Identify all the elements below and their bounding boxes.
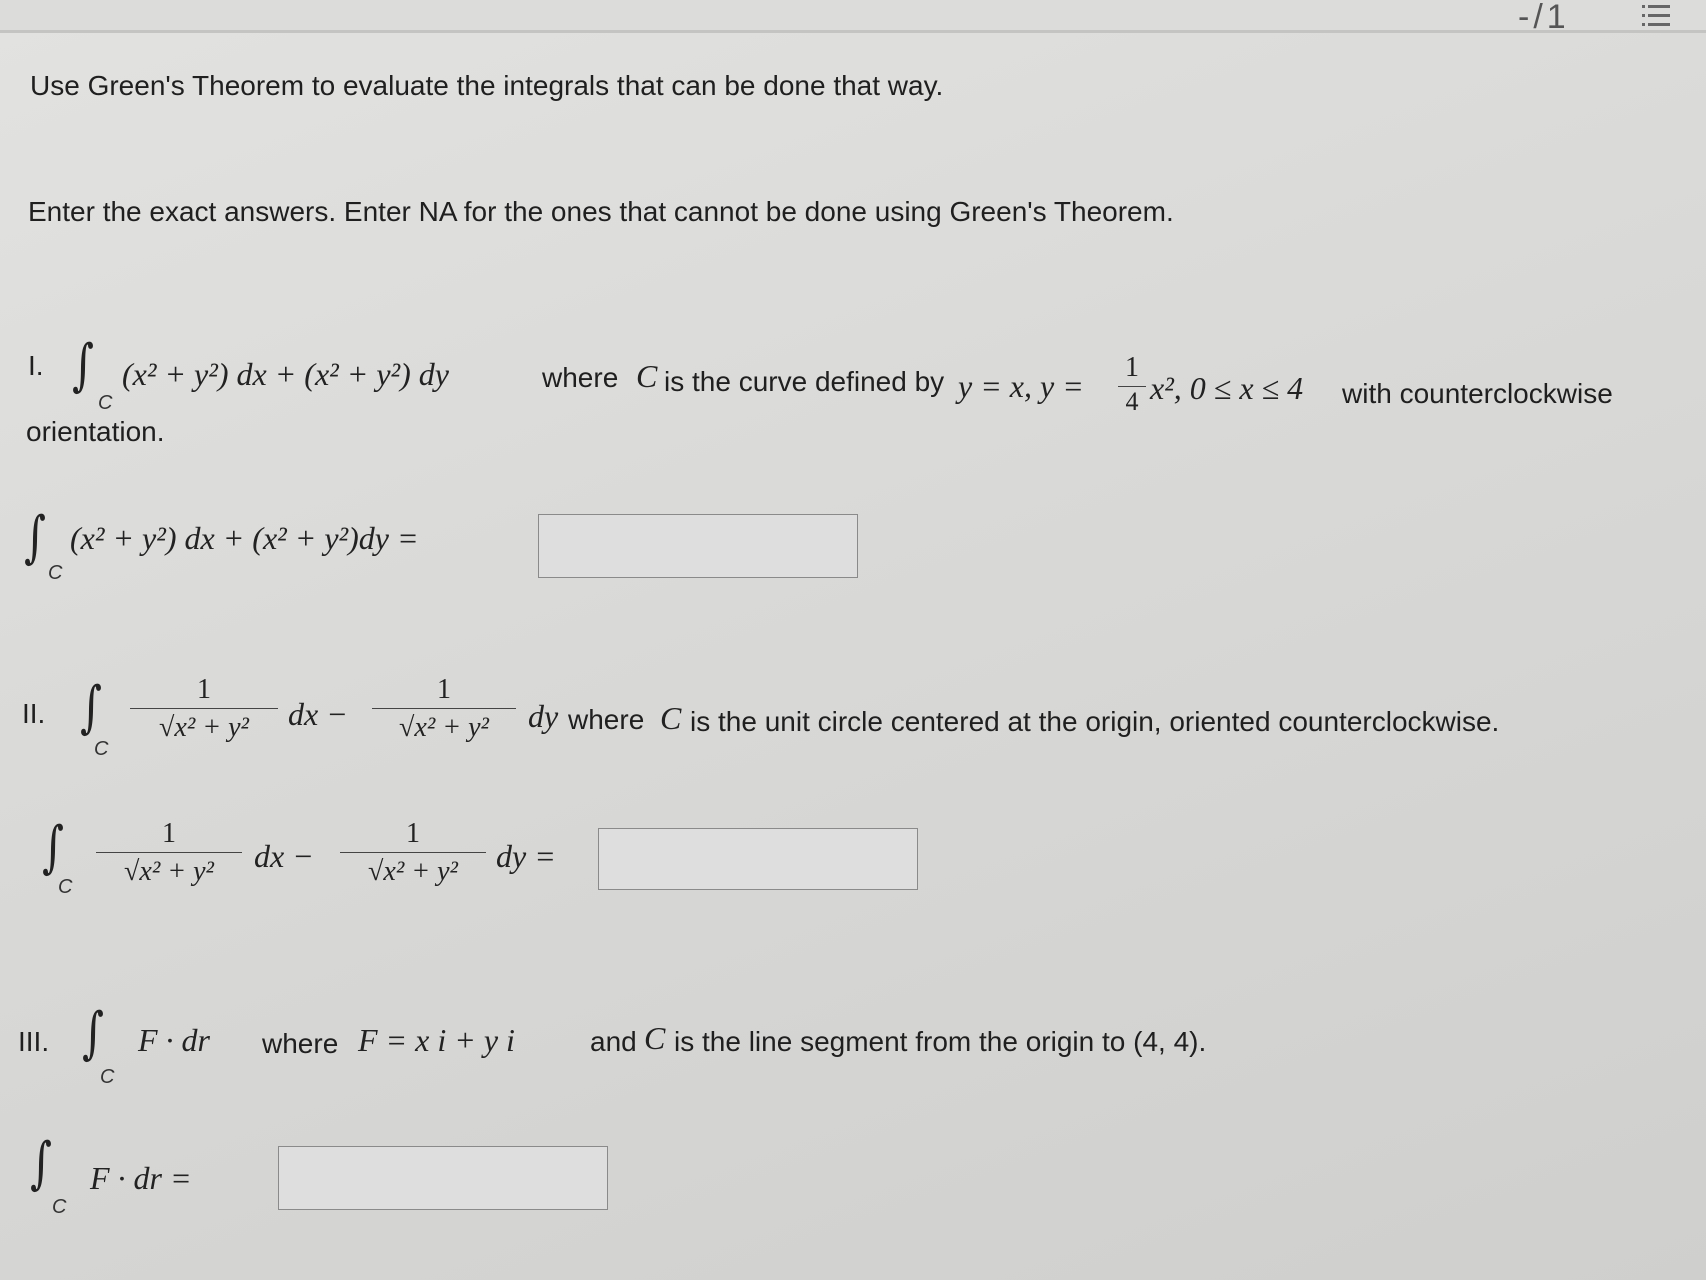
problem-1-where: where xyxy=(542,362,619,393)
integral-sign-icon: ∫ xyxy=(24,505,46,570)
problem-1-orientation-cont: orientation. xyxy=(26,416,165,447)
fraction-numerator: 1 xyxy=(162,818,176,849)
problem-2-tail: dy xyxy=(528,698,559,734)
problem-1-integrand: (x² + y²) dx + (x² + y²) dy xyxy=(122,356,449,392)
fraction-numerator: 1 xyxy=(406,818,420,849)
problem-2-answer-fraction-2: 1 √x² + y² xyxy=(340,818,486,889)
problem-2-where: where xyxy=(568,704,645,735)
problem-2-curve-symbol: C xyxy=(660,700,682,736)
fraction-denominator: √x² + y² xyxy=(159,712,249,743)
fraction-bar xyxy=(96,852,242,853)
problem-3-number: III. xyxy=(18,1026,50,1057)
problem-1-curve-eq: y = x, y = xyxy=(958,368,1084,404)
integral-sign-icon: ∫ xyxy=(42,815,64,880)
problem-1-curve-text: is the curve defined by xyxy=(664,366,945,397)
problem-3-field: F = x i + y i xyxy=(358,1022,515,1058)
integral-subscript: C xyxy=(94,738,109,760)
top-toolbar xyxy=(0,0,1706,30)
integral-sign-icon: ∫ xyxy=(30,1131,52,1196)
fraction-bar xyxy=(340,852,486,853)
toolbar-divider xyxy=(0,30,1706,33)
page-counter: -/1 xyxy=(1518,0,1570,36)
problem-3-curve-symbol: C xyxy=(644,1020,666,1056)
problem-3-and: and xyxy=(590,1026,637,1057)
fraction-denominator: √x² + y² xyxy=(368,856,458,887)
problem-2-desc: is the unit circle centered at the origi… xyxy=(690,706,1500,737)
integral-subscript: C xyxy=(98,392,113,414)
problem-1-answer-input[interactable] xyxy=(538,514,858,578)
fraction-denominator: 4 xyxy=(1125,387,1139,416)
list-menu-icon[interactable] xyxy=(1640,2,1672,30)
problem-3-desc: is the line segment from the origin to (… xyxy=(674,1026,1207,1057)
problem-2-mid: dx − xyxy=(288,696,348,732)
problem-3-answer-input[interactable] xyxy=(278,1146,608,1210)
instruction-line-1: Use Green's Theorem to evaluate the inte… xyxy=(30,70,944,101)
fraction-denominator: √x² + y² xyxy=(399,712,489,743)
problem-2-fraction-1: 1 √x² + y² xyxy=(130,674,278,745)
problem-1-answer-lhs: (x² + y²) dx + (x² + y²)dy = xyxy=(70,520,419,556)
instruction-line-2: Enter the exact answers. Enter NA for th… xyxy=(28,196,1174,227)
integral-subscript: C xyxy=(58,876,73,898)
problem-1-curve-symbol: C xyxy=(636,358,658,394)
problem-1-curve-tail: x², 0 ≤ x ≤ 4 xyxy=(1150,370,1304,406)
integral-subscript: C xyxy=(52,1196,67,1218)
problem-3-expr: F · dr xyxy=(138,1022,210,1058)
fraction-denominator: √x² + y² xyxy=(124,856,214,887)
problem-1-fraction: 1 4 xyxy=(1118,352,1146,415)
integral-subscript: C xyxy=(100,1066,115,1088)
problem-1-orientation: with counterclockwise xyxy=(1342,378,1613,409)
integral-sign-icon: ∫ xyxy=(72,333,94,398)
fraction-numerator: 1 xyxy=(1125,352,1139,383)
integral-sign-icon: ∫ xyxy=(82,1001,104,1066)
integral-sign-icon: ∫ xyxy=(80,675,102,740)
problem-3-where: where xyxy=(262,1028,339,1059)
problem-2-answer-fraction-1: 1 √x² + y² xyxy=(96,818,242,889)
problem-2-answer-mid: dx − xyxy=(254,838,314,874)
integral-subscript: C xyxy=(48,562,63,584)
problem-2-answer-eq: dy = xyxy=(496,838,556,874)
fraction-numerator: 1 xyxy=(197,674,211,705)
problem-2-fraction-2: 1 √x² + y² xyxy=(372,674,516,745)
problem-1-number: I. xyxy=(28,350,44,381)
fraction-bar xyxy=(130,708,278,709)
problem-2-answer-input[interactable] xyxy=(598,828,918,890)
fraction-numerator: 1 xyxy=(437,674,451,705)
problem-3-answer-lhs: F · dr = xyxy=(90,1160,192,1196)
problem-2-number: II. xyxy=(22,698,46,729)
fraction-bar xyxy=(372,708,516,709)
